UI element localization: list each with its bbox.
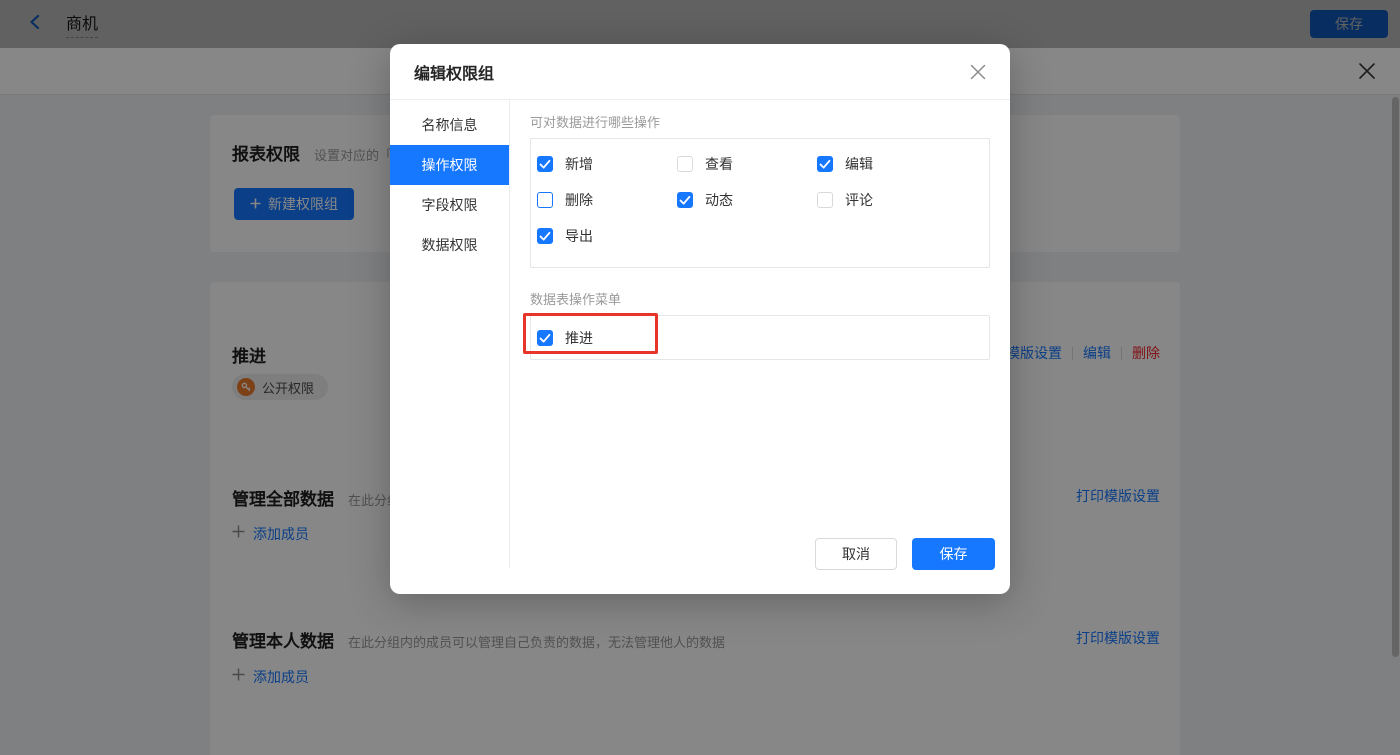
- topbar-backdrop: [0, 0, 1400, 48]
- modal-footer: 取消 保存: [390, 524, 1010, 594]
- op-item-comment: 评论: [817, 190, 989, 210]
- op-item-add: 新增: [537, 154, 677, 174]
- checkbox-label: 新增: [565, 154, 593, 174]
- checkbox-view[interactable]: [677, 156, 693, 172]
- modal-tabs: 名称信息 操作权限 字段权限 数据权限: [390, 100, 510, 568]
- tab-operation-permission[interactable]: 操作权限: [390, 145, 509, 185]
- checkbox-edit[interactable]: [817, 156, 833, 172]
- screen: 商机 保存 报表权限 设置对应的「报表」权限 新建权限组: [0, 0, 1400, 755]
- table-menu-checkbox-group: 推进: [530, 315, 990, 360]
- modal-body: 名称信息 操作权限 字段权限 数据权限 可对数据进行哪些操作 新增 查看: [390, 100, 1010, 568]
- checkbox-add[interactable]: [537, 156, 553, 172]
- tab-field-permission[interactable]: 字段权限: [390, 185, 509, 225]
- cancel-button[interactable]: 取消: [815, 538, 897, 570]
- op-item-delete: 删除: [537, 190, 677, 210]
- checkbox-activity[interactable]: [677, 192, 693, 208]
- modal-content: 可对数据进行哪些操作 新增 查看 编辑: [510, 100, 1010, 568]
- checkbox-label: 删除: [565, 190, 593, 210]
- operations-checkbox-group: 新增 查看 编辑 删除: [530, 138, 990, 268]
- op-item-view: 查看: [677, 154, 817, 174]
- op-item-activity: 动态: [677, 190, 817, 210]
- checkbox-export[interactable]: [537, 228, 553, 244]
- operations-section-label: 可对数据进行哪些操作: [530, 112, 990, 131]
- checkbox-label: 查看: [705, 154, 733, 174]
- modal-close-icon[interactable]: [970, 64, 986, 80]
- tab-name-info[interactable]: 名称信息: [390, 105, 509, 145]
- op-item-edit: 编辑: [817, 154, 989, 174]
- checkbox-label: 推进: [565, 328, 593, 348]
- checkbox-advance[interactable]: [537, 330, 553, 346]
- tab-data-permission[interactable]: 数据权限: [390, 225, 509, 265]
- checkbox-label: 编辑: [845, 154, 873, 174]
- save-button[interactable]: 保存: [912, 538, 995, 570]
- checkbox-label: 评论: [845, 190, 873, 210]
- modal-title: 编辑权限组: [414, 60, 494, 84]
- checkbox-label: 导出: [565, 226, 593, 246]
- modal-header: 编辑权限组: [390, 44, 1010, 100]
- checkbox-label: 动态: [705, 190, 733, 210]
- checkbox-delete[interactable]: [537, 192, 553, 208]
- edit-permission-group-modal: 编辑权限组 名称信息 操作权限 字段权限 数据权限 可对数据进行哪些操作 新增: [390, 44, 1010, 594]
- op-item-export: 导出: [537, 226, 677, 246]
- menu-section-label: 数据表操作菜单: [530, 289, 990, 308]
- menu-item-advance: 推进: [537, 328, 593, 348]
- checkbox-comment[interactable]: [817, 192, 833, 208]
